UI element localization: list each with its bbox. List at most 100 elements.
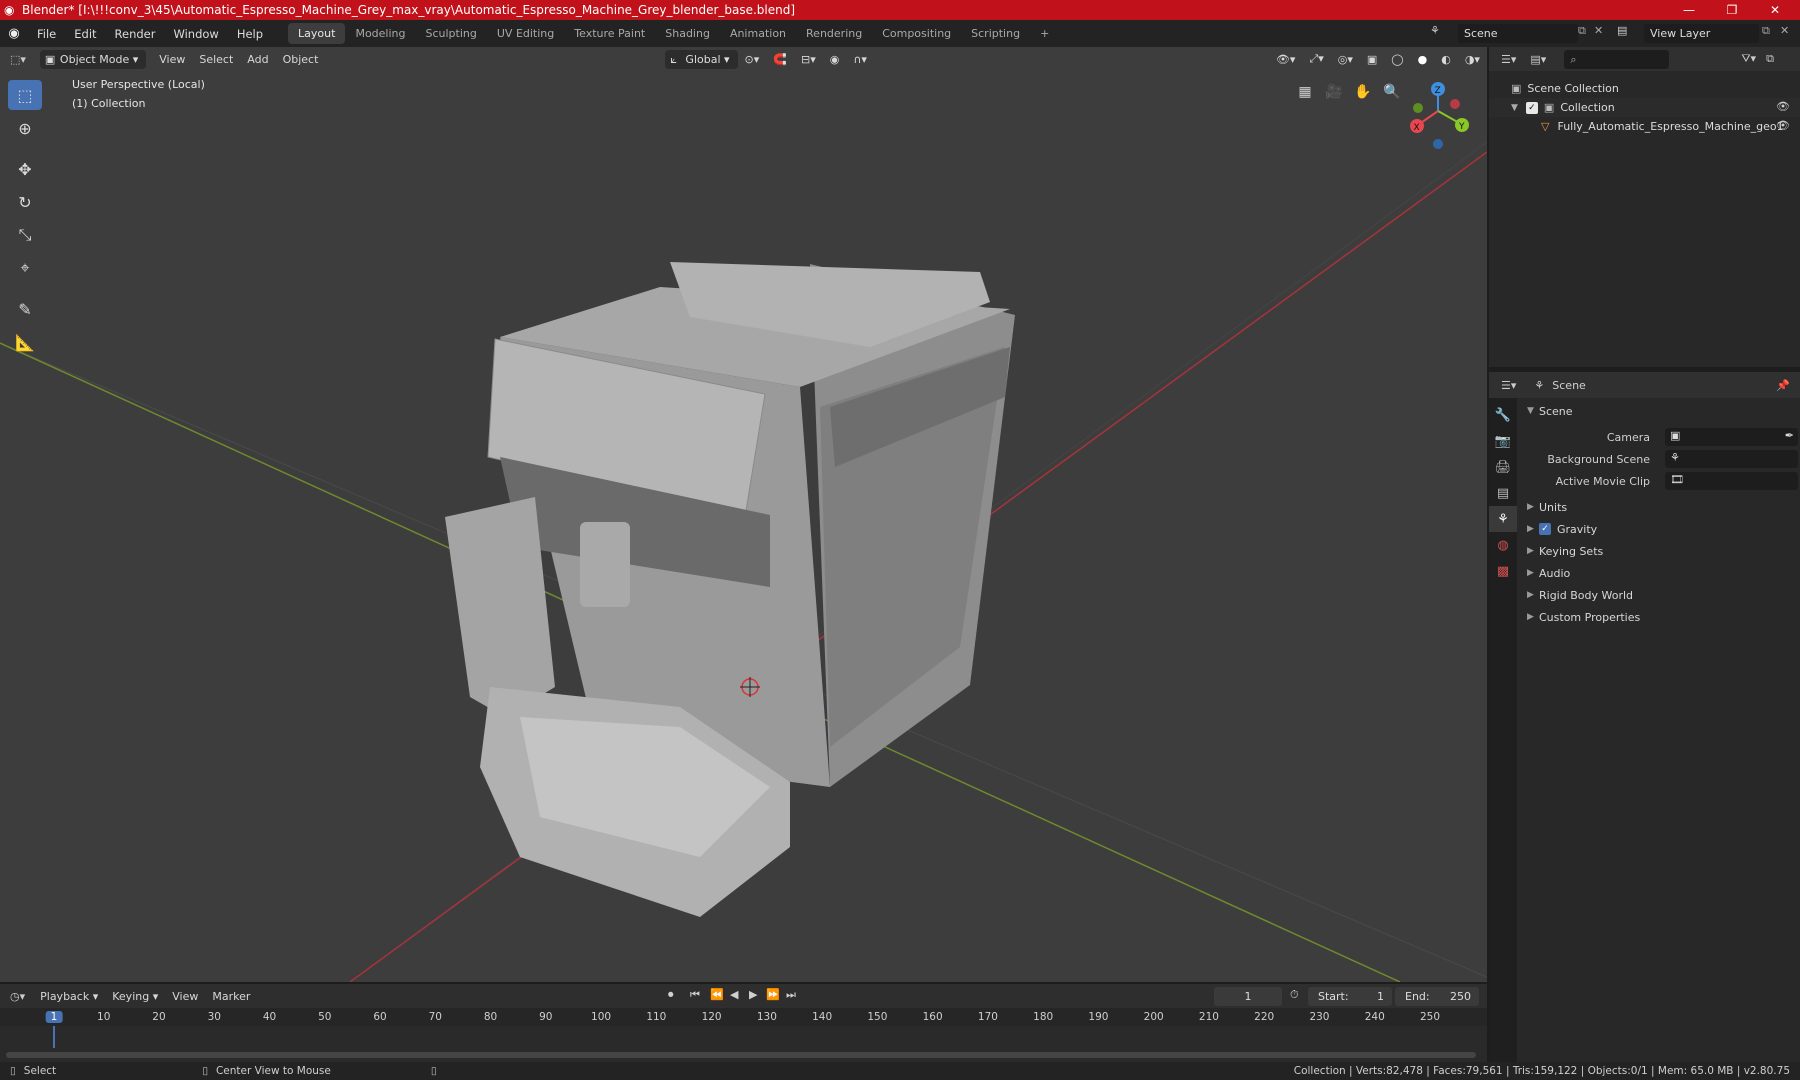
panel-rigid-body-world[interactable]: ▶ Rigid Body World	[1517, 584, 1800, 606]
menu-render[interactable]: Render	[106, 27, 165, 41]
scene-selector[interactable]: Scene	[1458, 24, 1578, 43]
eye-icon[interactable]: 👁	[1776, 100, 1790, 113]
gizmo-neg-z-ball[interactable]	[1433, 139, 1443, 149]
transform-tool[interactable]: ⌖	[8, 253, 42, 283]
tab-uv-editing[interactable]: UV Editing	[487, 23, 564, 44]
3d-viewport[interactable]	[0, 47, 1487, 982]
snap-target-icon[interactable]: ⊟▾	[794, 53, 823, 66]
tab-scripting[interactable]: Scripting	[961, 23, 1030, 44]
outliner-row-scene-collection[interactable]: ▣ Scene Collection	[1489, 79, 1800, 98]
gizmo-toggle-icon[interactable]: ⤢▾	[1302, 52, 1330, 66]
frame-ruler[interactable]: 1 10 20 30 40 50 60 70 80 90 100 110 120 130 140 150 160…	[0, 1008, 1487, 1026]
snap-icon[interactable]: 🧲	[766, 53, 794, 66]
display-mode-icon[interactable]: ▤▾	[1530, 53, 1546, 66]
maximize-button[interactable]: ❐	[1712, 0, 1752, 20]
tab-tool[interactable]: 🔧	[1489, 402, 1517, 428]
solid-shading-icon[interactable]: ●	[1411, 53, 1435, 66]
minimize-button[interactable]: —	[1669, 0, 1709, 20]
new-scene-icon[interactable]: ⧉	[1578, 24, 1586, 38]
viewport-menu-select[interactable]: Select	[192, 53, 240, 66]
menu-edit[interactable]: Edit	[65, 27, 105, 41]
rotate-tool[interactable]: ↻	[8, 187, 42, 217]
camera-field[interactable]: ▣ ✒	[1665, 428, 1798, 446]
tab-sculpting[interactable]: Sculpting	[416, 23, 487, 44]
gizmo-neg-y-ball[interactable]	[1413, 103, 1423, 113]
properties-editor-type-icon[interactable]: ☰▾	[1501, 379, 1516, 392]
background-scene-field[interactable]: ⚘	[1665, 450, 1798, 468]
timeline-menu-playback[interactable]: Playback ▾	[33, 990, 105, 1003]
panel-custom-properties[interactable]: ▶ Custom Properties	[1517, 606, 1800, 628]
tab-layout[interactable]: Layout	[288, 23, 346, 44]
record-icon[interactable]: ⏺	[668, 988, 674, 1002]
timeline-menu-view[interactable]: View	[165, 990, 205, 1003]
panel-audio[interactable]: ▶ Audio	[1517, 562, 1800, 584]
outliner-row-object[interactable]: ▽ Fully_Automatic_Espresso_Machine_geo1 …	[1489, 117, 1800, 136]
gravity-checkbox[interactable]: ✓	[1539, 523, 1551, 535]
outliner-row-collection[interactable]: ▼ ✓ ▣ Collection 👁	[1489, 98, 1800, 117]
panel-gravity[interactable]: ▶ ✓ Gravity	[1517, 518, 1800, 540]
current-frame-field[interactable]: 1	[1214, 987, 1282, 1006]
new-view-layer-icon[interactable]: ⧉	[1762, 24, 1770, 38]
visibility-icon[interactable]: 👁▾	[1269, 53, 1303, 66]
tab-view-layer[interactable]: ▤	[1489, 480, 1517, 506]
panel-scene-header[interactable]: ▼ Scene	[1517, 400, 1800, 422]
play-reverse-icon[interactable]: ◀	[730, 988, 738, 1001]
filter-icon[interactable]: ⛛▾	[1741, 52, 1756, 66]
eyedropper-icon[interactable]: ✒	[1785, 429, 1794, 442]
tab-animation[interactable]: Animation	[720, 23, 796, 44]
new-collection-icon[interactable]: ⧉	[1766, 52, 1774, 66]
overlay-toggle-icon[interactable]: ◎▾	[1331, 53, 1360, 66]
camera-view-icon[interactable]: 🎥	[1321, 79, 1347, 105]
panel-units[interactable]: ▶ Units	[1517, 496, 1800, 518]
exclude-checkbox[interactable]: ✓	[1525, 101, 1538, 114]
tab-output[interactable]: 🖨	[1489, 454, 1517, 480]
move-tool[interactable]: ✥	[8, 154, 42, 184]
tab-rendering[interactable]: Rendering	[796, 23, 872, 44]
gizmo-neg-x-ball[interactable]	[1450, 99, 1460, 109]
pan-view-icon[interactable]: ✋	[1350, 79, 1376, 105]
viewport-menu-add[interactable]: Add	[240, 53, 275, 66]
end-frame-field[interactable]: End: 250	[1395, 987, 1479, 1006]
object-mode-dropdown[interactable]: ▣ Object Mode ▾	[39, 49, 147, 69]
tab-texture-paint[interactable]: Texture Paint	[564, 23, 655, 44]
menu-help[interactable]: Help	[228, 27, 272, 41]
tab-compositing[interactable]: Compositing	[872, 23, 961, 44]
jump-start-icon[interactable]: ⏮	[690, 988, 700, 1002]
eye-icon[interactable]: 👁	[1776, 119, 1790, 132]
timeline-track-area[interactable]	[0, 1026, 1487, 1062]
espresso-machine-model[interactable]	[445, 262, 1015, 917]
jump-end-icon[interactable]: ⏭	[786, 988, 796, 1002]
timeline-scrollbar[interactable]	[6, 1052, 1476, 1058]
proportional-edit-icon[interactable]: ◉	[823, 53, 847, 66]
active-movie-clip-field[interactable]: 🎞	[1665, 472, 1798, 490]
navigation-gizmo[interactable]: Z Y X	[1405, 78, 1475, 154]
tab-world[interactable]: ◍	[1489, 532, 1517, 558]
delete-scene-icon[interactable]: ✕	[1594, 24, 1603, 37]
toggle-perspective-icon[interactable]: ▦	[1292, 79, 1318, 105]
panel-keying-sets[interactable]: ▶ Keying Sets	[1517, 540, 1800, 562]
close-button[interactable]: ✕	[1755, 0, 1795, 20]
falloff-icon[interactable]: ∩▾	[846, 53, 874, 66]
viewport-menu-object[interactable]: Object	[276, 53, 326, 66]
transform-orientation-dropdown[interactable]: ⟀ Global ▾	[665, 49, 738, 69]
zoom-view-icon[interactable]: 🔍	[1379, 79, 1405, 105]
prev-keyframe-icon[interactable]: ⏪	[710, 988, 724, 1001]
stopwatch-icon[interactable]: ⏱	[1290, 988, 1299, 1002]
tab-modeling[interactable]: Modeling	[345, 23, 415, 44]
expand-arrow-icon[interactable]: ▼	[1511, 103, 1518, 113]
xray-icon[interactable]: ▣	[1360, 53, 1384, 66]
select-box-tool[interactable]: ⬚	[8, 80, 42, 110]
material-shading-icon[interactable]: ◐	[1434, 53, 1458, 66]
cursor-tool[interactable]: ⊕	[8, 113, 42, 143]
timeline-menu-keying[interactable]: Keying ▾	[105, 990, 165, 1003]
add-workspace-button[interactable]: +	[1030, 23, 1059, 44]
pivot-point-icon[interactable]: ⊙▾	[738, 53, 767, 66]
tab-texture[interactable]: ▩	[1489, 558, 1517, 584]
tab-shading[interactable]: Shading	[655, 23, 720, 44]
blender-menu-icon[interactable]: ◉	[0, 26, 28, 41]
next-keyframe-icon[interactable]: ⏩	[766, 988, 780, 1001]
viewport-menu-view[interactable]: View	[152, 53, 192, 66]
outliner-search-input[interactable]: ⌕	[1564, 49, 1670, 69]
wireframe-shading-icon[interactable]: ◯	[1384, 53, 1410, 66]
tab-scene[interactable]: ⚘	[1489, 506, 1517, 532]
